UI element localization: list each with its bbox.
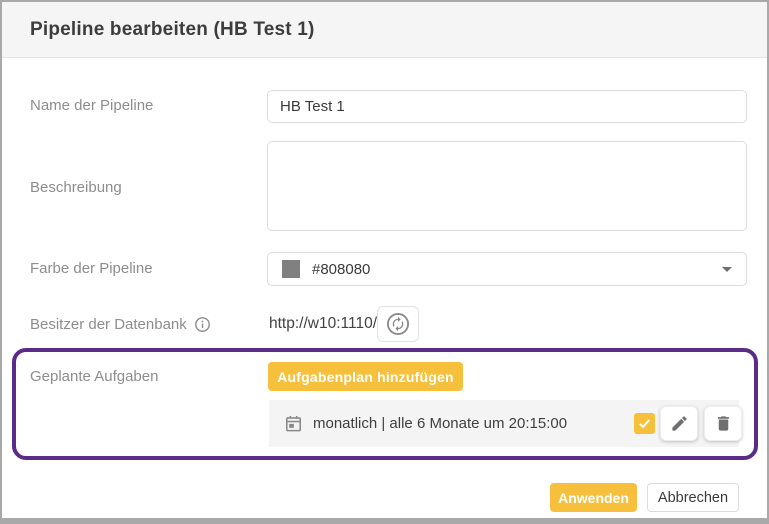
- owner-url-value: http://w10:1110/: [269, 315, 377, 333]
- owner-label: Besitzer der Datenbank: [30, 316, 211, 333]
- dialog-header: Pipeline bearbeiten (HB Test 1): [2, 2, 767, 58]
- dialog-title: Pipeline bearbeiten (HB Test 1): [30, 19, 315, 41]
- cancel-button[interactable]: Abbrechen: [647, 483, 739, 512]
- pipeline-name-input[interactable]: [267, 90, 747, 123]
- color-value: #808080: [312, 261, 370, 278]
- description-textarea[interactable]: [267, 141, 747, 231]
- pencil-icon: [670, 414, 689, 433]
- color-label: Farbe der Pipeline: [30, 260, 153, 277]
- refresh-owner-button[interactable]: [377, 306, 419, 342]
- add-task-plan-button[interactable]: Aufgabenplan hinzufügen: [268, 362, 463, 391]
- color-swatch: [282, 260, 300, 278]
- apply-button[interactable]: Anwenden: [550, 483, 637, 512]
- calendar-icon: [284, 414, 303, 433]
- delete-task-button[interactable]: [704, 406, 742, 441]
- edit-pipeline-dialog: Pipeline bearbeiten (HB Test 1) Name der…: [0, 0, 769, 524]
- color-select[interactable]: #808080: [267, 252, 747, 286]
- owner-label-text: Besitzer der Datenbank: [30, 316, 187, 333]
- caret-down-icon: [722, 267, 732, 272]
- info-icon: [194, 316, 211, 333]
- trash-icon: [714, 414, 733, 433]
- check-icon: [637, 416, 652, 431]
- task-schedule-text: monatlich | alle 6 Monate um 20:15:00: [313, 415, 567, 432]
- task-enabled-checkbox[interactable]: [634, 413, 655, 434]
- tasks-label: Geplante Aufgaben: [30, 368, 158, 385]
- description-label: Beschreibung: [30, 179, 122, 196]
- name-label: Name der Pipeline: [30, 97, 153, 114]
- refresh-icon: [385, 311, 411, 337]
- edit-task-button[interactable]: [660, 406, 698, 441]
